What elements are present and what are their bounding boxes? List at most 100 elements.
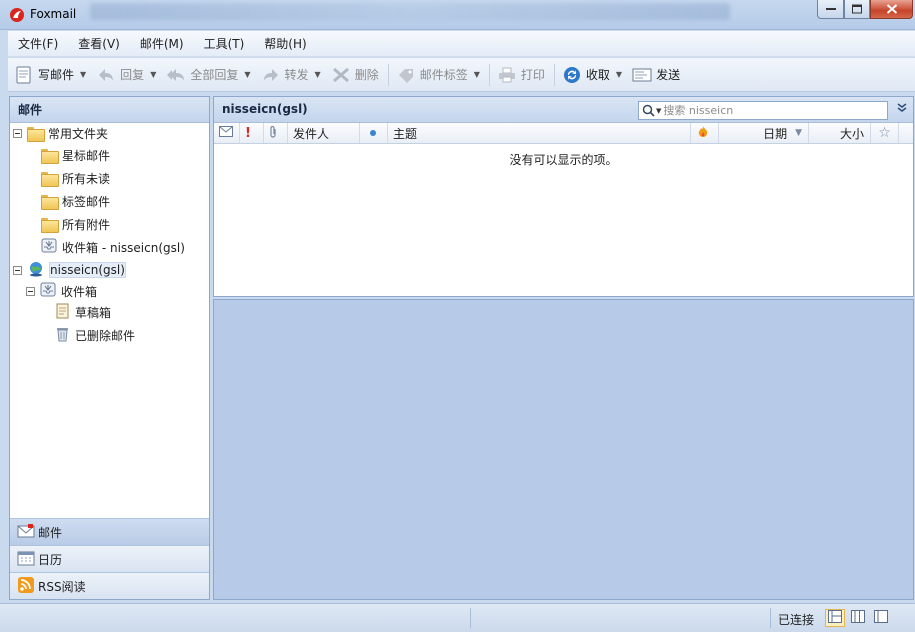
tree-item-tagged[interactable]: 标签邮件 [41, 190, 110, 212]
forward-dropdown-icon[interactable]: ▼ [315, 70, 321, 79]
folder-icon [41, 217, 59, 233]
reply-icon [96, 65, 116, 85]
maximize-button[interactable] [844, 0, 870, 19]
column-flag[interactable] [691, 123, 719, 143]
tree-item-account[interactable]: nisseicn(gsl) [13, 259, 126, 281]
reply-button[interactable]: 回复 ▼ [92, 61, 162, 89]
column-priority[interactable]: ! [240, 123, 264, 143]
flame-icon [696, 125, 710, 142]
exclamation-icon: ! [245, 125, 251, 141]
column-date[interactable]: 日期 ▼ [719, 123, 809, 143]
envelope-icon [219, 126, 233, 140]
tag-button[interactable]: 邮件标签 ▼ [392, 61, 486, 89]
receive-dropdown-icon[interactable]: ▼ [616, 70, 622, 79]
message-list-pane: nisseicn(gsl) ▼ ! 发件人 [213, 96, 914, 297]
foxmail-logo-icon [9, 7, 25, 23]
folder-icon [41, 194, 59, 210]
receive-button[interactable]: 收取 ▼ [558, 61, 628, 89]
collapse-icon[interactable] [13, 128, 22, 138]
folder-icon [41, 171, 59, 187]
column-size[interactable]: 大小 [809, 123, 871, 143]
paperclip-icon [269, 125, 277, 142]
folder-icon [27, 126, 45, 142]
sort-down-icon: ▼ [795, 128, 802, 138]
inbox-icon [40, 282, 56, 300]
window-title: Foxmail [30, 7, 77, 21]
outbox-icon [632, 65, 652, 85]
tree-item-drafts[interactable]: 草稿箱 [55, 301, 111, 323]
delete-icon [331, 65, 351, 85]
tree-item-unread[interactable]: 所有未读 [41, 167, 110, 189]
account-globe-icon [27, 261, 45, 280]
minimize-button[interactable] [817, 0, 844, 19]
column-sender[interactable]: 发件人 [288, 123, 360, 143]
folder-icon [41, 148, 59, 164]
printer-icon [497, 65, 517, 85]
close-button[interactable] [870, 0, 913, 19]
forward-icon [261, 65, 281, 85]
layout-classic-button[interactable] [825, 609, 845, 627]
column-attachment[interactable] [264, 123, 288, 143]
collapse-icon[interactable] [26, 286, 35, 296]
layout-columns-icon [851, 610, 865, 626]
preview-pane [213, 299, 914, 600]
nav-calendar[interactable]: 日历 [10, 545, 209, 572]
status-divider [770, 608, 771, 628]
nav-mail[interactable]: 邮件 [10, 518, 209, 545]
background-taskbar-blur [90, 3, 730, 20]
title-bar: Foxmail [0, 0, 915, 30]
status-divider [470, 608, 471, 628]
column-subject[interactable]: 主题 [388, 123, 691, 143]
account-title: nisseicn(gsl) [222, 102, 308, 116]
tree-item-attachments[interactable]: 所有附件 [41, 213, 110, 235]
tree-item-deleted[interactable]: 已删除邮件 [55, 324, 135, 346]
menu-bar: 文件(F) 查看(V) 邮件(M) 工具(T) 帮助(H) [8, 31, 915, 57]
tree-item-starred[interactable]: 星标邮件 [41, 144, 110, 166]
layout-wide-button[interactable] [848, 609, 868, 627]
column-read-status[interactable] [214, 123, 240, 143]
tree-item-inbox[interactable]: 收件箱 [26, 280, 97, 302]
connection-status: 已连接 [778, 613, 815, 627]
menu-tools[interactable]: 工具(T) [194, 32, 255, 56]
layout-list-button[interactable] [871, 609, 891, 627]
tree-item-inbox-shortcut[interactable]: 收件箱 - nisseicn(gsl) [41, 236, 185, 258]
search-box[interactable]: ▼ [638, 101, 888, 120]
collapse-chevron-icon[interactable] [897, 103, 907, 117]
print-button[interactable]: 打印 [493, 61, 551, 89]
tree-item-common-folders[interactable]: 常用文件夹 [13, 122, 108, 144]
empty-list-message: 没有可以显示的项。 [509, 153, 618, 167]
search-input[interactable] [661, 102, 872, 119]
layout-classic-icon [828, 610, 842, 626]
compose-button[interactable]: 写邮件 ▼ [10, 61, 92, 89]
nav-rss[interactable]: RSS阅读 [10, 572, 209, 599]
toolbar: 写邮件 ▼ 回复 ▼ 全部回复 ▼ 转发 ▼ 删除 邮件标签 ▼ 打印 收取 ▼… [8, 58, 915, 92]
menu-file[interactable]: 文件(F) [8, 32, 68, 56]
toolbar-separator [387, 63, 389, 86]
dot-icon [370, 130, 376, 136]
column-header-row: ! 发件人 主题 日期 ▼ 大小 ☆ [214, 123, 913, 144]
rss-icon [17, 576, 35, 596]
menu-view[interactable]: 查看(V) [68, 32, 130, 56]
tag-dropdown-icon[interactable]: ▼ [474, 70, 480, 79]
mail-icon [17, 523, 35, 542]
compose-dropdown-icon[interactable]: ▼ [80, 70, 86, 79]
status-bar: 已连接 [0, 603, 915, 632]
menu-help[interactable]: 帮助(H) [254, 32, 316, 56]
menu-mail[interactable]: 邮件(M) [130, 32, 194, 56]
search-icon[interactable]: ▼ [639, 104, 661, 117]
reply-dropdown-icon[interactable]: ▼ [150, 70, 156, 79]
collapse-icon[interactable] [13, 265, 22, 275]
reply-all-dropdown-icon[interactable]: ▼ [244, 70, 250, 79]
inbox-icon [41, 238, 57, 256]
column-star[interactable]: ☆ [871, 123, 899, 143]
trash-icon [55, 326, 70, 345]
column-status[interactable] [360, 123, 388, 143]
send-button[interactable]: 发送 [628, 61, 686, 89]
reply-all-button[interactable]: 全部回复 ▼ [162, 61, 256, 89]
message-list-header: nisseicn(gsl) ▼ [214, 97, 913, 123]
tag-icon [396, 65, 416, 85]
delete-button[interactable]: 删除 [327, 61, 385, 89]
forward-button[interactable]: 转发 ▼ [257, 61, 327, 89]
toolbar-separator [488, 63, 490, 86]
folder-pane: 邮件 常用文件夹 星标邮件 所有未读 标签邮件 所有附件 收件箱 - nisse… [9, 96, 210, 600]
